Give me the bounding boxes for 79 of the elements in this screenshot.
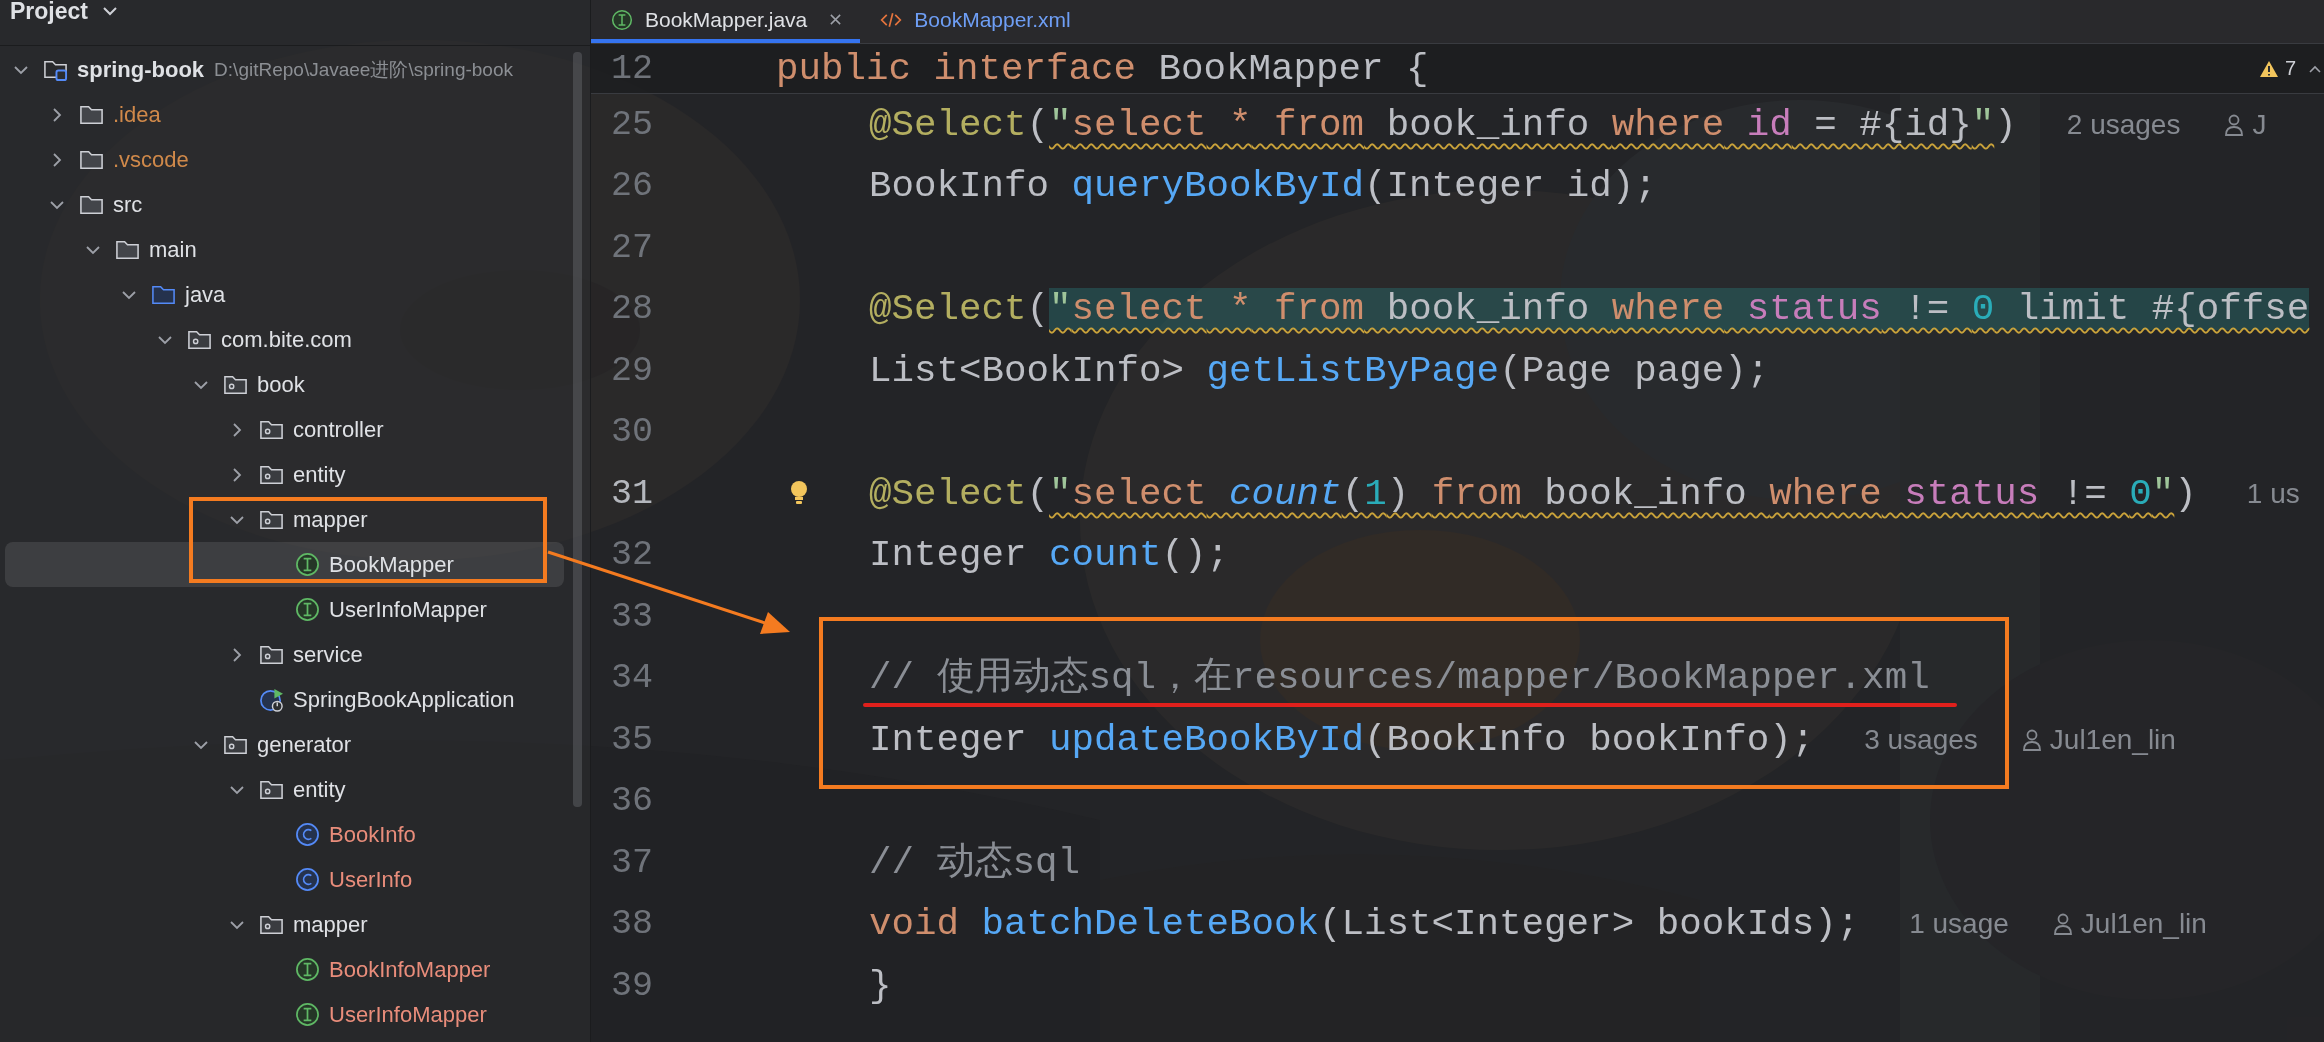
selected-tree-row[interactable]: BookMapper: [5, 542, 564, 587]
tree-item[interactable]: generator: [257, 731, 352, 758]
tree-item[interactable]: spring-book: [77, 56, 205, 83]
warning-icon[interactable]: [2258, 59, 2279, 78]
tree-item[interactable]: SpringBookApplication: [293, 686, 515, 713]
line-number: 27: [610, 227, 653, 268]
tree-item[interactable]: entity: [293, 461, 346, 488]
line-number: 33: [610, 596, 653, 637]
usages-hint[interactable]: 1 us: [2246, 477, 2300, 510]
line-number: 38: [610, 904, 653, 945]
line-number: 37: [610, 842, 653, 883]
line-number: 32: [610, 535, 653, 576]
tree-item[interactable]: BookMapper: [329, 551, 454, 578]
tree-item[interactable]: service: [293, 641, 363, 668]
line-number: 28: [610, 289, 653, 330]
tree-item[interactable]: UserInfoMapper: [329, 1001, 487, 1028]
interface-icon: [295, 1002, 320, 1027]
class-icon: [295, 867, 320, 892]
tree-item[interactable]: entity: [293, 776, 346, 803]
interface-icon: [295, 552, 320, 577]
scrollbar[interactable]: [573, 52, 582, 807]
tree-item[interactable]: com.bite.com: [221, 326, 352, 353]
author-hint[interactable]: J: [2252, 108, 2267, 141]
panel-title[interactable]: Project: [10, 0, 88, 22]
close-icon[interactable]: [829, 13, 843, 26]
code-line: }: [869, 965, 892, 1006]
tree-item[interactable]: BookInfo: [329, 821, 416, 848]
tree-item[interactable]: mapper: [293, 911, 368, 938]
line-number: 34: [610, 658, 653, 699]
tree-item[interactable]: UserInfo: [329, 866, 413, 893]
line-number: 25: [610, 104, 653, 145]
lightbulb-icon[interactable]: [789, 480, 809, 506]
code-line: @Select("select count(1) from book_info where status != 0"): [869, 473, 2197, 514]
tree-item[interactable]: main: [149, 236, 197, 263]
chevron-up-icon[interactable]: [2308, 63, 2322, 74]
tree-item[interactable]: .vscode: [113, 146, 189, 173]
code-line: public interface BookMapper {: [776, 48, 1429, 89]
editor-tab[interactable]: BookMapper.xml: [860, 0, 1089, 43]
line-number: 29: [610, 350, 653, 391]
line-number: 36: [610, 781, 653, 822]
tree-item[interactable]: mapper: [293, 506, 368, 533]
tree-item[interactable]: UserInfoMapper: [329, 596, 487, 623]
tree-item[interactable]: .idea: [113, 101, 161, 128]
tree-item[interactable]: BookInfoMapper: [329, 956, 491, 983]
person-icon: [2052, 913, 2073, 936]
tree-item[interactable]: controller: [293, 416, 384, 443]
line-number: 31: [610, 473, 653, 514]
interface-icon: [295, 597, 320, 622]
code-line: BookInfo queryBookById(Integer id);: [869, 166, 1657, 207]
author-hint[interactable]: Jul1en_lin: [2049, 723, 2176, 756]
tree-item[interactable]: java: [185, 281, 226, 308]
tree-item[interactable]: src: [113, 191, 143, 218]
line-number: 35: [610, 719, 653, 760]
warning-count: 7: [2284, 57, 2296, 80]
class-icon: [295, 822, 320, 847]
code-line: // 动态sql: [869, 842, 1081, 883]
application-icon: [259, 687, 284, 712]
code-line: void batchDeleteBook(List<Integer> bookIds);: [869, 904, 1860, 945]
usages-hint[interactable]: 3 usages: [1864, 723, 1978, 756]
tree-item[interactable]: book: [257, 371, 305, 398]
chevron-down-icon[interactable]: [102, 6, 118, 16]
code-line: Integer updateBookById(BookInfo bookInfo);: [869, 719, 1815, 760]
module-path: D:\gitRepo\Javaee进阶\spring-book: [214, 57, 513, 82]
usages-hint[interactable]: 2 usages: [2066, 108, 2181, 141]
author-hint[interactable]: Jul1en_lin: [2080, 908, 2207, 941]
code-line: @Select("select * from book_info where id = #{id}"): [869, 104, 2017, 145]
line-number: 30: [610, 412, 653, 453]
code-line: Integer count();: [869, 535, 1230, 576]
person-icon: [2224, 113, 2245, 136]
code-line: List<BookInfo> getListByPage(Page page);: [869, 350, 1770, 391]
line-number: 26: [610, 166, 653, 207]
person-icon: [2021, 728, 2042, 751]
code-line: @Select("select * from book_info where status != 0 limit #{offse: [869, 289, 2310, 330]
code-line: // 使用动态sql，在resources/mapper/BookMapper.xml: [869, 658, 1930, 699]
interface-icon: [611, 8, 633, 31]
line-number: 39: [610, 965, 653, 1006]
line-number: 12: [610, 48, 653, 89]
interface-icon: [295, 957, 320, 982]
usages-hint[interactable]: 1 usage: [1909, 908, 2009, 941]
